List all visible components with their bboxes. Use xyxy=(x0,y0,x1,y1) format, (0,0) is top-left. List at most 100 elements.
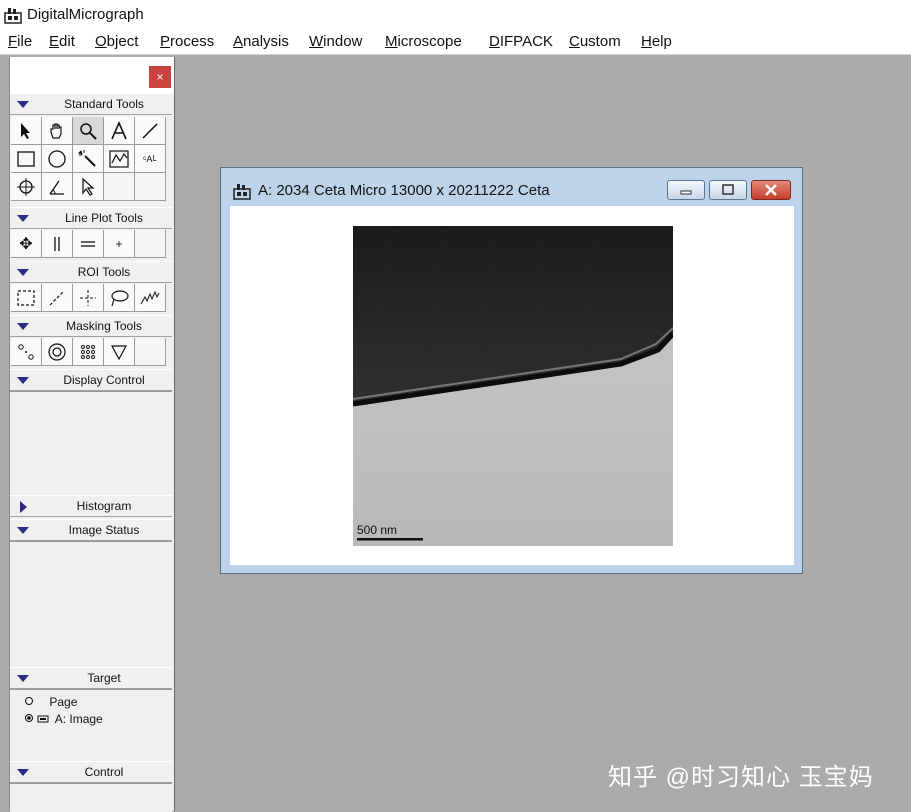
tool-row xyxy=(11,173,166,201)
menu-analysis[interactable]: Analysis xyxy=(233,33,289,50)
display-control-pane xyxy=(10,391,172,494)
oval-tool-icon[interactable] xyxy=(42,145,73,173)
line-tool-icon[interactable] xyxy=(135,117,166,145)
vertical-lines-icon[interactable] xyxy=(42,230,73,258)
maximize-button[interactable] xyxy=(709,180,747,200)
section-label: Histogram xyxy=(76,499,132,513)
empty-tool-slot xyxy=(135,338,166,366)
plus-marker-icon[interactable]: + xyxy=(104,230,135,258)
roi-point-icon[interactable] xyxy=(73,284,104,312)
section-target[interactable]: Target xyxy=(10,667,172,689)
section-masking-tools[interactable]: Masking Tools xyxy=(10,315,172,337)
image-window-title: A: 2034 Ceta Micro 13000 x 20211222 Ceta xyxy=(258,182,550,199)
menu-custom[interactable]: Custom xyxy=(569,33,621,50)
tool-row xyxy=(11,117,166,145)
roi-lasso-icon[interactable] xyxy=(104,284,135,312)
app-icon xyxy=(4,8,22,24)
scale-bar-label: 500 nm xyxy=(357,523,397,537)
section-display-control[interactable]: Display Control xyxy=(10,369,172,391)
ring-mask-icon[interactable] xyxy=(42,338,73,366)
wedge-mask-icon[interactable] xyxy=(104,338,135,366)
spot-mask-icon[interactable] xyxy=(11,338,42,366)
menu-object[interactable]: Object xyxy=(95,33,138,50)
target-item-image[interactable]: A: Image xyxy=(24,712,103,726)
target-item-page[interactable]: Page xyxy=(24,695,77,709)
section-label: Control xyxy=(84,765,124,779)
app-titlebar: DigitalMicrograph xyxy=(0,0,911,30)
tool-row: ✥ + xyxy=(11,230,166,258)
menu-window[interactable]: Window xyxy=(309,33,362,50)
roi-rectangle-icon[interactable] xyxy=(11,284,42,312)
section-image-status[interactable]: Image Status xyxy=(10,519,172,541)
collapse-triangle-icon xyxy=(17,323,29,330)
menu-process[interactable]: Process xyxy=(160,33,214,50)
tool-row xyxy=(11,284,166,312)
section-label: Target xyxy=(87,671,121,685)
tool-palette: × Standard Tools ᶜA L Line Plot Tools ✥ + xyxy=(9,57,175,812)
window-close-button[interactable] xyxy=(751,180,791,200)
section-label: Line Plot Tools xyxy=(65,211,143,225)
section-line-plot-tools[interactable]: Line Plot Tools xyxy=(10,207,172,229)
collapse-triangle-icon xyxy=(17,769,29,776)
lasso-arrow-icon[interactable] xyxy=(73,173,104,201)
section-label: Standard Tools xyxy=(64,97,144,111)
close-icon xyxy=(765,184,777,196)
section-label: ROI Tools xyxy=(77,265,131,279)
menu-difpack[interactable]: DIFPACK xyxy=(489,33,553,50)
radio-selected-icon xyxy=(25,714,33,722)
arrow-pointer-icon[interactable] xyxy=(11,117,42,145)
image-display-icon xyxy=(37,715,49,723)
watermark-text: 知乎 @时习知心 玉宝妈 xyxy=(608,764,874,791)
collapse-triangle-icon xyxy=(17,675,29,682)
angle-tool-icon[interactable] xyxy=(42,173,73,201)
crosshair-target-icon[interactable] xyxy=(11,173,42,201)
menu-edit[interactable]: Edit xyxy=(49,33,75,50)
empty-tool-slot xyxy=(104,173,135,201)
calibration-tool-icon[interactable]: ᶜA L xyxy=(135,145,166,173)
section-label: Masking Tools xyxy=(66,319,142,333)
palette-header: × xyxy=(10,57,174,93)
tool-row xyxy=(11,338,166,366)
text-tool-icon[interactable] xyxy=(104,117,135,145)
minimize-button[interactable] xyxy=(667,180,705,200)
radio-unselected-icon xyxy=(25,697,33,705)
menu-file[interactable]: File xyxy=(8,33,32,50)
menu-microscope[interactable]: Microscope xyxy=(385,33,462,50)
section-roi-tools[interactable]: ROI Tools xyxy=(10,261,172,283)
empty-tool-slot xyxy=(135,230,166,258)
section-histogram[interactable]: Histogram xyxy=(10,495,172,517)
roi-line-icon[interactable] xyxy=(42,284,73,312)
menu-bar: File Edit Object Process Analysis Window… xyxy=(0,30,911,55)
menu-help[interactable]: Help xyxy=(641,33,672,50)
image-window[interactable]: A: 2034 Ceta Micro 13000 x 20211222 Ceta xyxy=(220,167,803,574)
magnifier-zoom-icon[interactable] xyxy=(73,117,104,145)
collapse-triangle-icon xyxy=(17,101,29,108)
tem-micrograph[interactable]: 500 nm xyxy=(353,226,673,546)
collapse-triangle-icon xyxy=(17,215,29,222)
roi-freehand-icon[interactable] xyxy=(135,284,166,312)
control-pane xyxy=(10,783,172,812)
hand-pan-icon[interactable] xyxy=(42,117,73,145)
maximize-icon xyxy=(722,184,734,195)
image-canvas[interactable]: 500 nm xyxy=(230,206,794,565)
minimize-icon xyxy=(680,190,692,195)
palette-close-button[interactable]: × xyxy=(149,66,171,88)
collapse-triangle-icon xyxy=(17,377,29,384)
profile-tool-icon[interactable] xyxy=(104,145,135,173)
section-control[interactable]: Control xyxy=(10,761,172,783)
section-label: Image Status xyxy=(68,523,140,537)
magic-wand-icon[interactable] xyxy=(73,145,104,173)
tool-row: ᶜA L xyxy=(11,145,166,173)
horizontal-lines-icon[interactable] xyxy=(73,230,104,258)
target-item-label: Page xyxy=(49,695,78,709)
collapse-triangle-icon xyxy=(17,527,29,534)
array-mask-icon[interactable] xyxy=(73,338,104,366)
target-pane: Page A: Image xyxy=(10,689,172,756)
rectangle-tool-icon[interactable] xyxy=(11,145,42,173)
move-arrows-icon[interactable]: ✥ xyxy=(11,230,42,258)
image-window-icon xyxy=(233,184,251,200)
collapse-triangle-icon xyxy=(17,269,29,276)
section-label: Display Control xyxy=(63,373,145,387)
app-title: DigitalMicrograph xyxy=(27,6,144,23)
section-standard-tools[interactable]: Standard Tools xyxy=(10,93,172,115)
